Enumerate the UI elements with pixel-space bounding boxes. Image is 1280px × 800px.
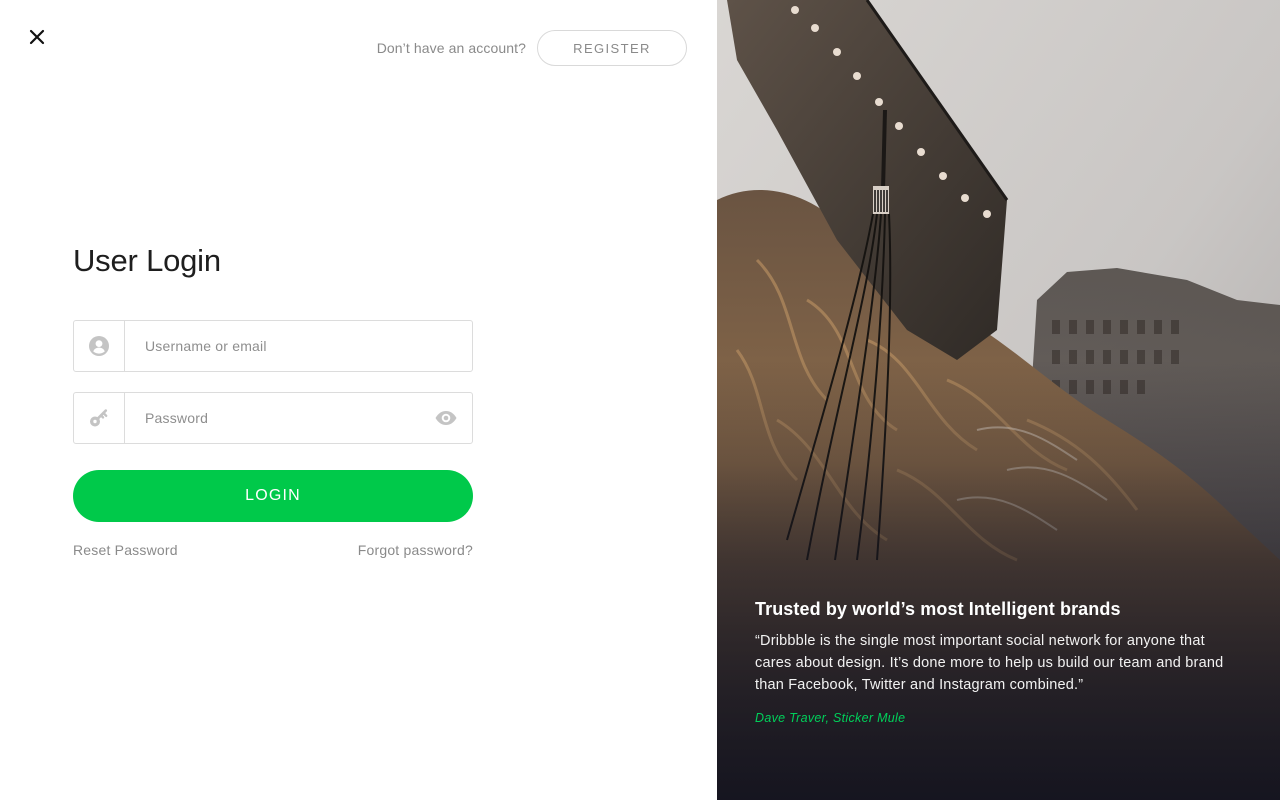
username-field: [73, 320, 473, 372]
register-bar: Don’t have an account? REGISTER: [377, 30, 687, 66]
testimonial-author: Dave Traver, Sticker Mule: [755, 711, 906, 725]
close-button[interactable]: [26, 26, 48, 48]
close-icon: [29, 29, 45, 45]
user-icon-container: [74, 321, 125, 371]
password-field: [73, 392, 473, 444]
page-title: User Login: [73, 243, 221, 278]
testimonial-title: Trusted by world’s most Intelligent bran…: [755, 599, 1121, 619]
key-icon: [90, 409, 108, 427]
username-input[interactable]: [125, 321, 472, 371]
register-button[interactable]: REGISTER: [537, 30, 687, 66]
login-button[interactable]: LOGIN: [73, 470, 473, 522]
login-panel: Don’t have an account? REGISTER User Log…: [0, 0, 717, 800]
account-prompt: Don’t have an account?: [376, 40, 526, 56]
key-icon-container: [74, 393, 125, 443]
hero-panel: Trusted by world’s most Intelligent bran…: [717, 0, 1280, 800]
testimonial-quote: “Dribbble is the single most important s…: [755, 633, 1224, 693]
testimonial: Trusted by world’s most Intelligent bran…: [755, 597, 1225, 725]
reset-password-link[interactable]: Reset Password: [73, 542, 178, 558]
forgot-password-link[interactable]: Forgot password?: [358, 542, 473, 558]
user-circle-icon: [89, 336, 109, 356]
password-input[interactable]: [125, 393, 420, 443]
login-form: User Login Username or email LOGIN Reset…: [73, 240, 473, 558]
show-password-toggle[interactable]: [420, 393, 472, 443]
eye-icon: [435, 411, 457, 425]
helper-links: Reset Password Forgot password?: [73, 542, 473, 558]
